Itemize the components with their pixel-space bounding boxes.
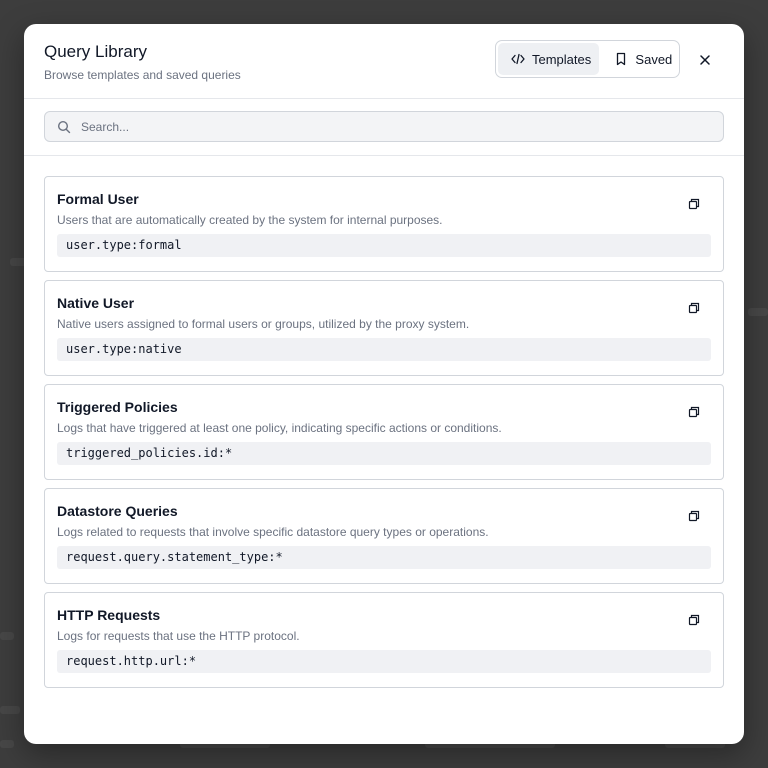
template-description: Users that are automatically created by …	[57, 213, 443, 227]
tab-templates-label: Templates	[532, 51, 592, 67]
template-title: Datastore Queries	[57, 503, 178, 519]
search-section	[24, 99, 744, 156]
tab-templates[interactable]: Templates	[498, 43, 600, 75]
tab-saved-label: Saved	[635, 51, 673, 67]
template-description: Logs related to requests that involve sp…	[57, 525, 489, 539]
template-query: request.query.statement_type:*	[57, 546, 711, 569]
copy-icon	[688, 406, 700, 420]
modal-subtitle: Browse templates and saved queries	[44, 68, 241, 82]
template-card[interactable]: Datastore Queries Logs related to reques…	[44, 488, 724, 584]
template-description: Logs for requests that use the HTTP prot…	[57, 629, 300, 643]
copy-button[interactable]	[688, 302, 702, 316]
copy-icon	[688, 614, 700, 628]
template-description: Logs that have triggered at least one po…	[57, 421, 502, 435]
template-title: Native User	[57, 295, 135, 311]
template-query: request.http.url:*	[57, 650, 711, 673]
search-input[interactable]	[81, 119, 701, 134]
template-card[interactable]: Native User Native users assigned to for…	[44, 280, 724, 376]
template-title: Triggered Policies	[57, 399, 178, 415]
copy-button[interactable]	[688, 614, 702, 628]
template-card[interactable]: Triggered Policies Logs that have trigge…	[44, 384, 724, 480]
template-title: Formal User	[57, 191, 139, 207]
close-icon	[699, 54, 711, 66]
template-query: user.type:formal	[57, 234, 711, 257]
copy-icon	[688, 510, 700, 524]
close-button[interactable]	[695, 50, 715, 70]
query-library-modal: Query Library Browse templates and saved…	[24, 24, 744, 744]
copy-button[interactable]	[688, 510, 702, 524]
template-card[interactable]: Formal User Users that are automatically…	[44, 176, 724, 272]
search-icon	[57, 120, 71, 134]
copy-button[interactable]	[688, 198, 702, 212]
modal-title: Query Library	[44, 42, 147, 61]
copy-button[interactable]	[688, 406, 702, 420]
template-query: triggered_policies.id:*	[57, 442, 711, 465]
code-icon	[510, 51, 526, 67]
search-box	[44, 111, 724, 142]
tab-group: Templates Saved	[495, 40, 680, 78]
bookmark-icon	[613, 51, 629, 67]
tab-saved[interactable]: Saved	[599, 43, 677, 75]
template-card[interactable]: HTTP Requests Logs for requests that use…	[44, 592, 724, 688]
template-description: Native users assigned to formal users or…	[57, 317, 470, 331]
copy-icon	[688, 198, 700, 212]
copy-icon	[688, 302, 700, 316]
template-list: Formal User Users that are automatically…	[44, 176, 724, 696]
modal-header: Query Library Browse templates and saved…	[24, 24, 744, 99]
template-title: HTTP Requests	[57, 607, 161, 623]
template-query: user.type:native	[57, 338, 711, 361]
